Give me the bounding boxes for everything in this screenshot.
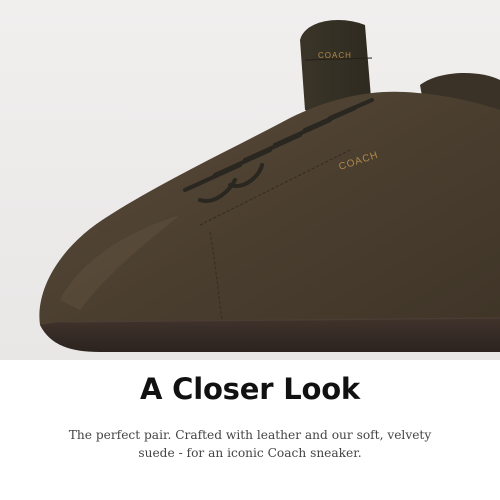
- tongue-logo: COACH: [318, 51, 352, 60]
- sneaker-illustration: COACH COACH: [0, 0, 500, 360]
- product-photo: COACH COACH: [0, 0, 500, 360]
- caption: The perfect pair. Crafted with leather a…: [68, 428, 432, 460]
- svg-text:COACH: COACH: [318, 51, 352, 60]
- sole: [40, 318, 500, 352]
- headline: A Closer Look: [139, 372, 361, 406]
